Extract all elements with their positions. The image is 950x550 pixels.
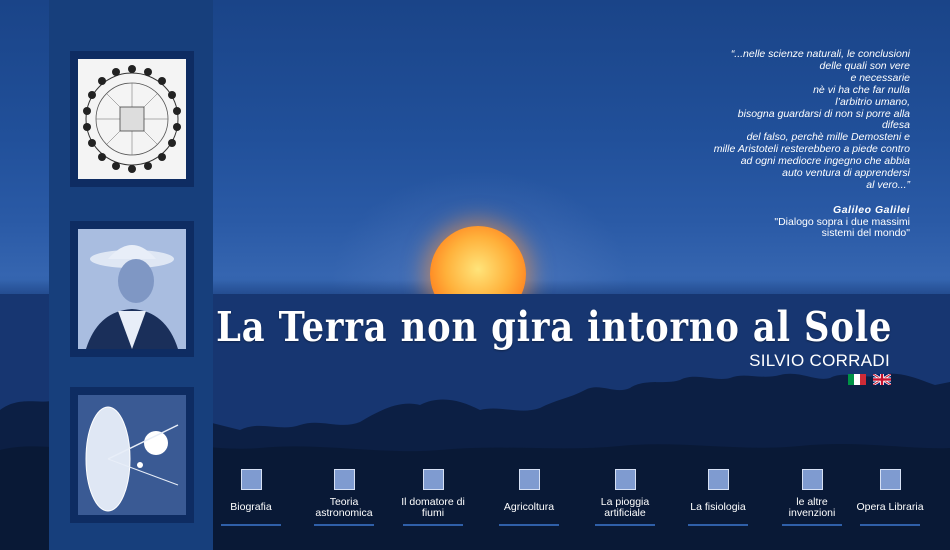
nav-underline bbox=[782, 524, 842, 526]
portrait-photo-image bbox=[78, 229, 186, 349]
nav-item-pioggia-artificiale[interactable]: La pioggia artificiale bbox=[587, 469, 663, 526]
astronomical-model-image bbox=[78, 395, 186, 515]
quote-line: l’arbitrio umano, bbox=[835, 95, 910, 108]
nav-label: La pioggia artificiale bbox=[600, 495, 650, 519]
nav-item-domatore-di-fiumi[interactable]: Il domatore di fiumi bbox=[395, 469, 471, 526]
nav-item-agricoltura[interactable]: Agricoltura bbox=[491, 469, 567, 526]
nav-label: Agricoltura bbox=[503, 501, 555, 514]
river-thumb-icon bbox=[422, 469, 444, 490]
nav-item-altre-invenzioni[interactable]: le altre invenzioni bbox=[774, 469, 850, 526]
nav-underline bbox=[688, 524, 748, 526]
flag-italian-icon[interactable] bbox=[848, 374, 866, 385]
nav-label: Opera Libraria bbox=[856, 501, 924, 514]
photo-frame-lunar-calendar bbox=[70, 51, 194, 187]
quote-attribution: Galileo Galilei "Dialogo sopra i due mas… bbox=[774, 204, 910, 240]
nav-item-opera-libraria[interactable]: Opera Libraria bbox=[852, 469, 928, 526]
nav-item-teoria-astronomica[interactable]: Teoria astronomica bbox=[306, 469, 382, 526]
language-selector bbox=[848, 374, 891, 385]
quote-line: e necessarie bbox=[850, 71, 910, 84]
nav-item-fisiologia[interactable]: La fisiologia bbox=[680, 469, 756, 526]
planet-thumb-icon bbox=[333, 469, 355, 490]
quote-author: Galileo Galilei bbox=[833, 204, 910, 216]
nav-underline bbox=[499, 524, 559, 526]
lunar-calendar-image bbox=[78, 59, 186, 179]
quote-source: sistemi del mondo" bbox=[821, 227, 910, 239]
photo-frame-invention bbox=[70, 387, 194, 523]
nav-underline bbox=[595, 524, 655, 526]
nav-label: Biografia bbox=[230, 501, 272, 514]
body-thumb-icon bbox=[707, 469, 729, 490]
nav-underline bbox=[221, 524, 281, 526]
rain-thumb-icon bbox=[614, 469, 636, 490]
page: “...nelle scienze naturali, le conclusio… bbox=[0, 0, 950, 550]
book-thumb-icon bbox=[879, 469, 901, 490]
nav-label: La fisiologia bbox=[690, 501, 746, 514]
invention-thumb-icon bbox=[801, 469, 823, 490]
author-subtitle: SILVIO CORRADI bbox=[749, 351, 890, 370]
galileo-quote: “...nelle scienze naturali, le conclusio… bbox=[650, 48, 910, 192]
flag-english-icon[interactable] bbox=[873, 374, 891, 385]
quote-line: nè vi ha che far nulla bbox=[813, 83, 910, 96]
nav-label: le altre invenzioni bbox=[788, 495, 836, 519]
nav-underline bbox=[314, 524, 374, 526]
nav-label: Teoria astronomica bbox=[315, 495, 373, 519]
union-jack-graphic bbox=[873, 374, 891, 385]
quote-line: bisogna guardarsi di non si porre alla bbox=[737, 107, 910, 120]
field-thumb-icon bbox=[518, 469, 540, 490]
main-navigation: Biografia Teoria astronomica Il domatore… bbox=[220, 469, 924, 529]
nav-item-biografia[interactable]: Biografia bbox=[213, 469, 289, 526]
portrait-thumb-icon bbox=[240, 469, 262, 490]
nav-label: Il domatore di fiumi bbox=[401, 495, 465, 519]
nav-underline bbox=[403, 524, 463, 526]
quote-line: al vero...” bbox=[866, 178, 910, 191]
page-title: La Terra non gira intorno al Sole bbox=[215, 303, 892, 351]
nav-underline bbox=[860, 524, 920, 526]
photo-frame-portrait bbox=[70, 221, 194, 357]
